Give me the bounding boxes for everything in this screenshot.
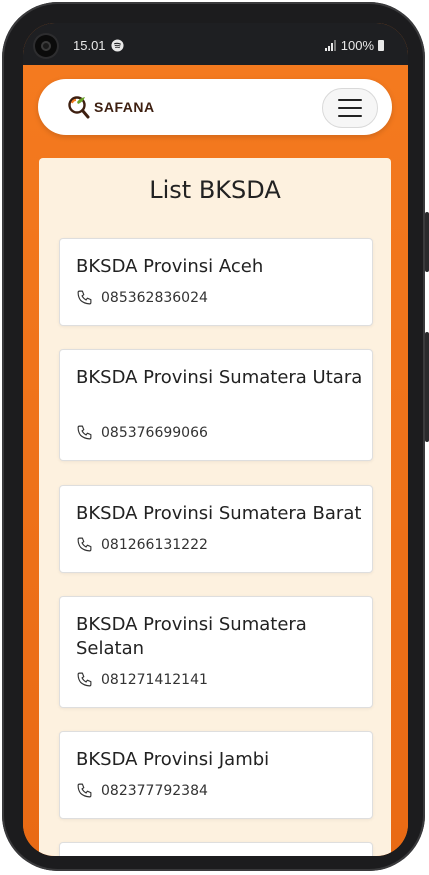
navbar: SAFANA: [38, 79, 392, 135]
hamburger-menu-button[interactable]: [322, 88, 378, 128]
front-camera: [35, 35, 57, 57]
hamburger-menu-icon: [338, 99, 362, 101]
contact-card[interactable]: BKSDA Provinsi Sumatera Barat 0812661312…: [59, 485, 373, 573]
contact-name: BKSDA Provinsi Sumatera Barat: [76, 503, 362, 524]
phone-icon: [77, 425, 92, 440]
phone-number: 085376699066: [101, 424, 208, 441]
phone-icon: [77, 783, 92, 798]
bksda-list-panel: List BKSDA BKSDA Provinsi Aceh 085362836…: [39, 158, 391, 856]
volume-button: [425, 212, 429, 272]
contact-card[interactable]: BKSDA Provinsi Sumatera Selatan 08127141…: [59, 596, 373, 708]
contact-phone[interactable]: 085376699066: [76, 424, 208, 441]
power-button: [425, 332, 429, 442]
phone-number: 082377792384: [101, 782, 208, 799]
contact-phone[interactable]: 081266131222: [76, 536, 208, 553]
contact-phone[interactable]: 081271412141: [76, 671, 208, 688]
screen: 15.01 100% SAFANA List BKSDA BKSDA Provi…: [23, 23, 408, 856]
contact-card-partial[interactable]: [59, 842, 373, 856]
contact-name: BKSDA Provinsi Sumatera Selatan: [76, 614, 307, 659]
status-right: 100%: [324, 38, 384, 53]
signal-icon: [324, 40, 336, 51]
phone-icon: [77, 537, 92, 552]
contact-name: BKSDA Provinsi Jambi: [76, 749, 270, 770]
spotify-icon: [111, 39, 124, 52]
status-bar: 15.01 100%: [23, 23, 408, 65]
phone-number: 081266131222: [101, 536, 208, 553]
contact-name: BKSDA Provinsi Sumatera Utara: [76, 367, 363, 388]
phone-icon: [77, 672, 92, 687]
contact-card[interactable]: BKSDA Provinsi Jambi 082377792384: [59, 731, 373, 819]
phone-icon: [77, 290, 92, 305]
battery-icon: [378, 40, 384, 51]
app-content: SAFANA List BKSDA BKSDA Provinsi Aceh 08…: [23, 65, 408, 856]
status-time: 15.01: [73, 38, 106, 53]
phone-number: 081271412141: [101, 671, 208, 688]
contact-card[interactable]: BKSDA Provinsi Sumatera Utara 0853766990…: [59, 349, 373, 461]
contact-phone[interactable]: 085362836024: [76, 289, 208, 306]
contact-name: BKSDA Provinsi Aceh: [76, 256, 264, 277]
battery-text: 100%: [340, 38, 374, 53]
contact-phone[interactable]: 082377792384: [76, 782, 208, 799]
magnifier-leaf-icon: [68, 96, 90, 119]
brand-name: SAFANA: [94, 99, 155, 115]
phone-number: 085362836024: [101, 289, 208, 306]
page-title: List BKSDA: [149, 176, 281, 204]
phone-frame: 15.01 100% SAFANA List BKSDA BKSDA Provi…: [2, 2, 429, 871]
contact-card[interactable]: BKSDA Provinsi Aceh 085362836024: [59, 238, 373, 326]
brand-logo[interactable]: SAFANA: [66, 93, 155, 121]
